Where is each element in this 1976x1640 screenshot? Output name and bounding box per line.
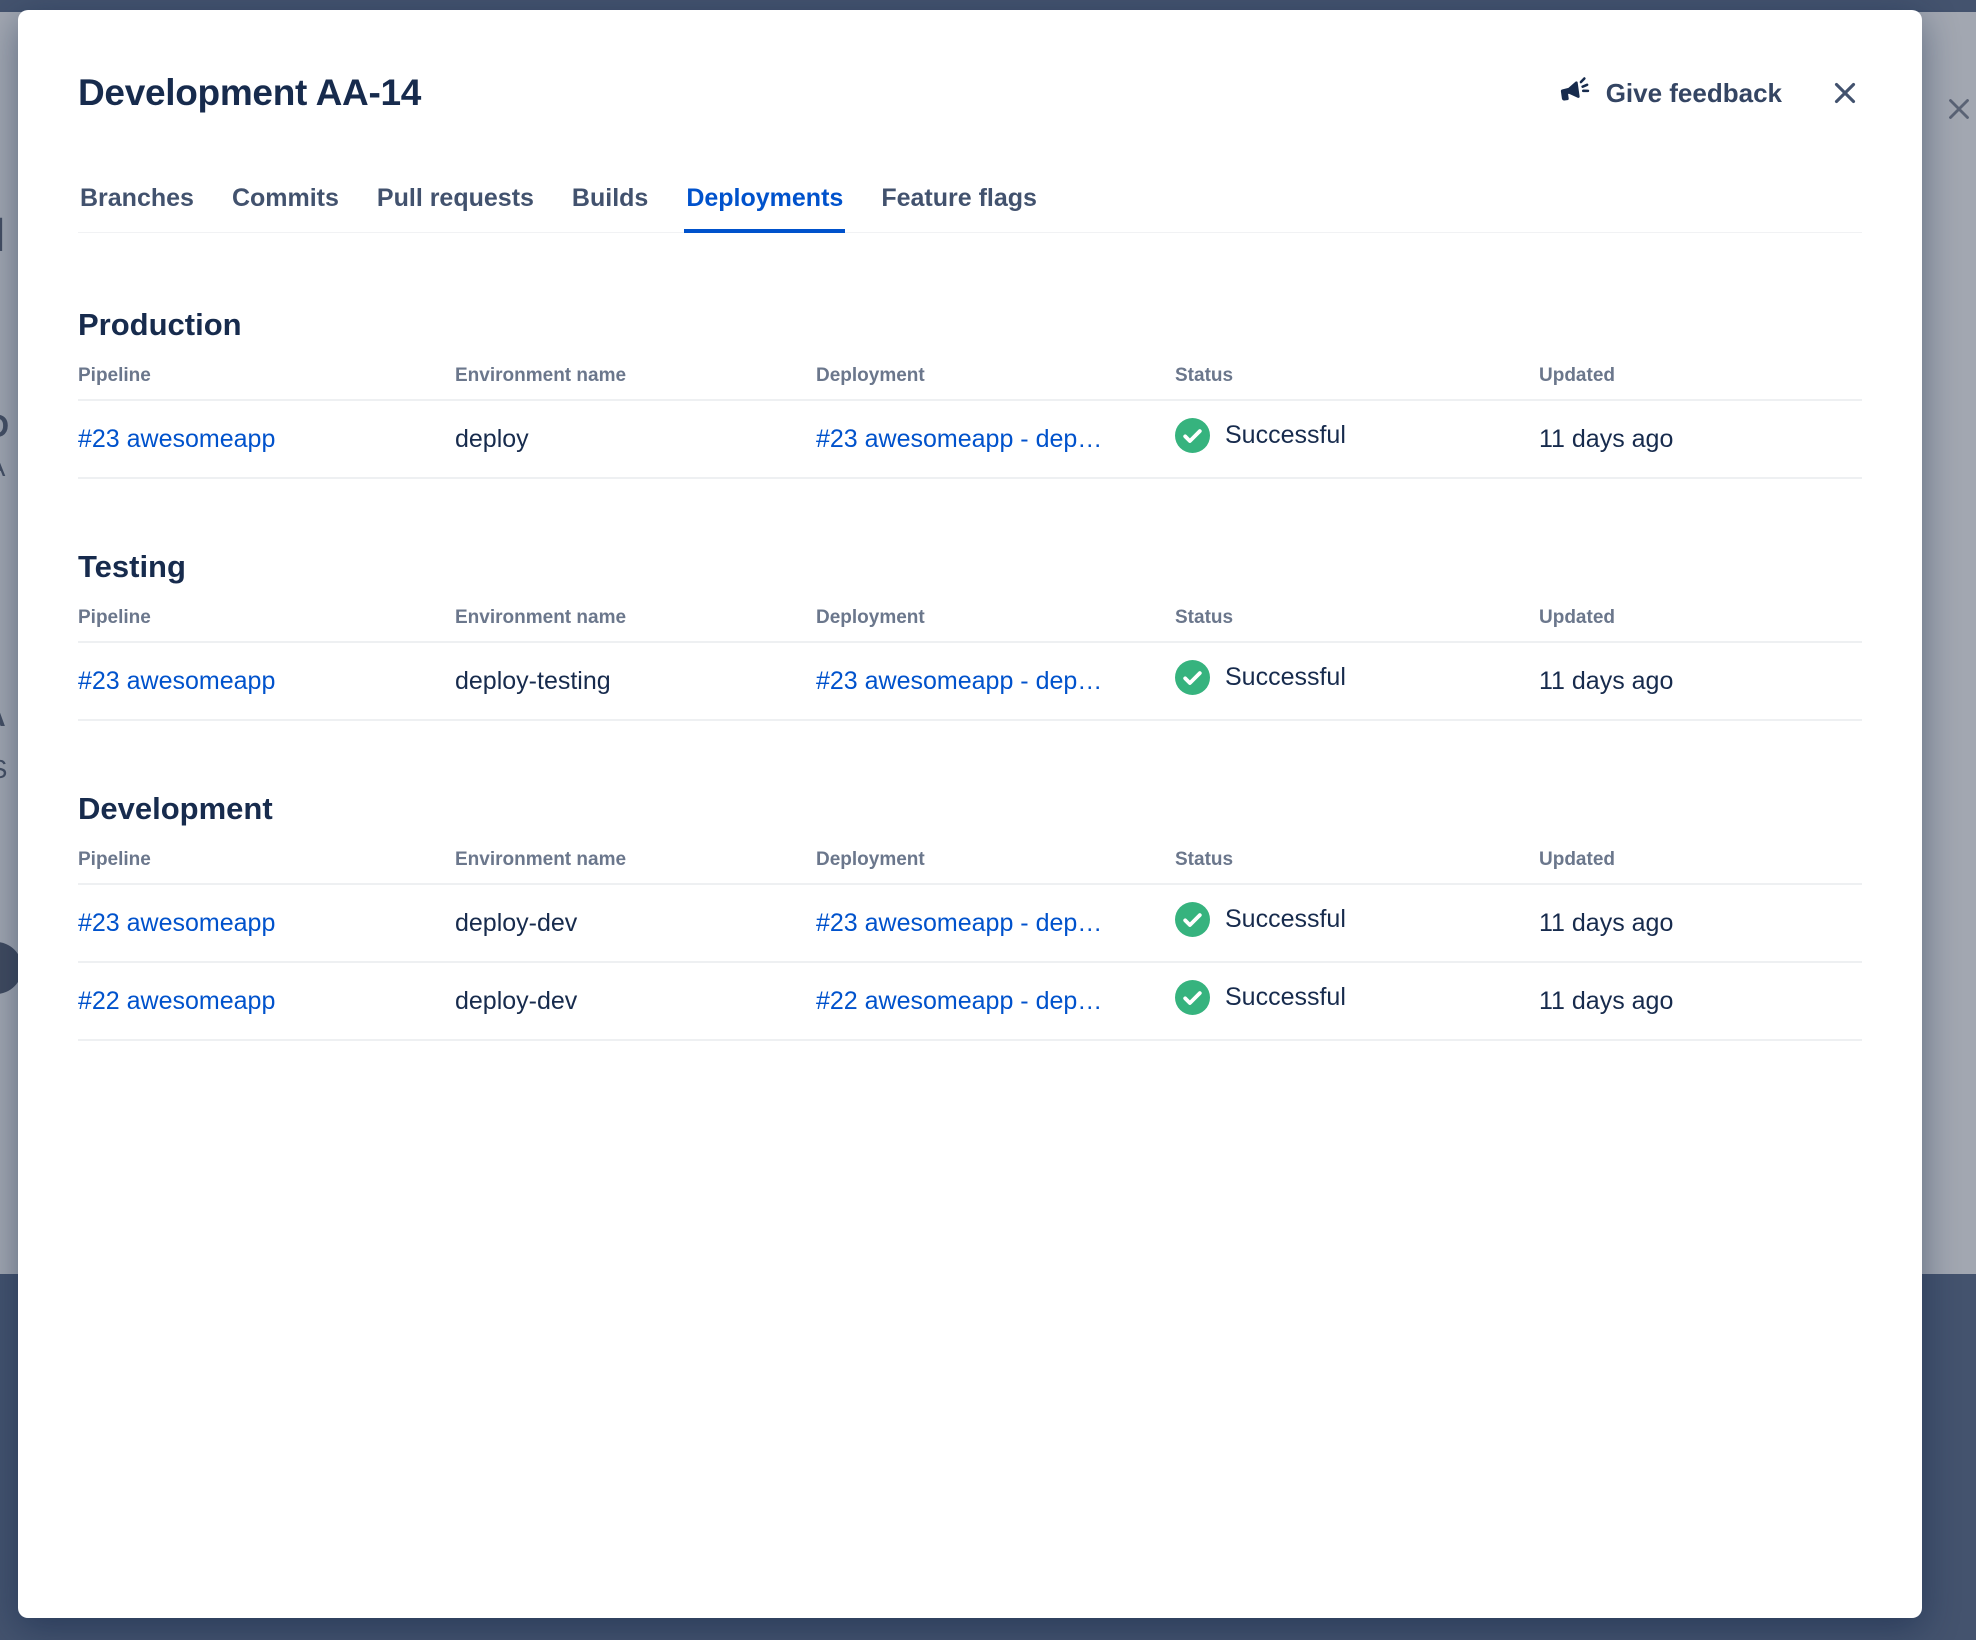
column-header-status: Status bbox=[1175, 843, 1539, 885]
deployment-link[interactable]: #22 awesomeapp - dep… bbox=[816, 987, 1102, 1015]
pipeline-link[interactable]: #22 awesomeapp bbox=[78, 987, 275, 1015]
success-check-icon bbox=[1175, 418, 1210, 453]
status-badge: Successful bbox=[1175, 418, 1346, 453]
deployments-table: Pipeline Environment name Deployment Sta… bbox=[78, 843, 1862, 1041]
environment-name: deploy bbox=[455, 400, 816, 479]
deployments-table: Pipeline Environment name Deployment Sta… bbox=[78, 359, 1862, 479]
section-title: Testing bbox=[78, 549, 186, 584]
column-header-status: Status bbox=[1175, 359, 1539, 401]
pipeline-link[interactable]: #23 awesomeapp bbox=[78, 425, 275, 453]
updated-label: 11 days ago bbox=[1539, 884, 1862, 963]
column-header-environment: Environment name bbox=[455, 843, 816, 885]
tab-builds[interactable]: Builds bbox=[570, 184, 650, 233]
status-label: Successful bbox=[1225, 905, 1346, 933]
column-header-environment: Environment name bbox=[455, 601, 816, 643]
tab-commits[interactable]: Commits bbox=[230, 184, 341, 233]
section-development: Development Pipeline Environment name De… bbox=[78, 791, 1862, 1041]
column-header-pipeline: Pipeline bbox=[78, 601, 455, 643]
megaphone-icon bbox=[1553, 73, 1594, 114]
updated-label: 11 days ago bbox=[1539, 962, 1862, 1041]
column-header-deployment: Deployment bbox=[816, 601, 1175, 643]
close-button[interactable] bbox=[1828, 76, 1862, 110]
status-label: Successful bbox=[1225, 983, 1346, 1011]
success-check-icon bbox=[1175, 980, 1210, 1015]
deployment-link[interactable]: #23 awesomeapp - dep… bbox=[816, 425, 1102, 453]
table-header-row: Pipeline Environment name Deployment Sta… bbox=[78, 359, 1862, 401]
tab-branches[interactable]: Branches bbox=[78, 184, 196, 233]
background-close-icon bbox=[1942, 92, 1976, 126]
success-check-icon bbox=[1175, 660, 1210, 695]
deployment-link[interactable]: #23 awesomeapp - dep… bbox=[816, 667, 1102, 695]
section-title: Development bbox=[78, 791, 273, 826]
deployment-row: #23 awesomeapp deploy #23 awesomeapp - d… bbox=[78, 400, 1862, 479]
column-header-deployment: Deployment bbox=[816, 843, 1175, 885]
status-label: Successful bbox=[1225, 663, 1346, 691]
status-label: Successful bbox=[1225, 421, 1346, 449]
deployment-row: #22 awesomeapp deploy-dev #22 awesomeapp… bbox=[78, 962, 1862, 1041]
backdrop-text-fragment: D bbox=[0, 410, 9, 442]
section-testing: Testing Pipeline Environment name Deploy… bbox=[78, 549, 1862, 721]
status-badge: Successful bbox=[1175, 902, 1346, 937]
column-header-deployment: Deployment bbox=[816, 359, 1175, 401]
table-header-row: Pipeline Environment name Deployment Sta… bbox=[78, 843, 1862, 885]
column-header-updated: Updated bbox=[1539, 359, 1862, 401]
success-check-icon bbox=[1175, 902, 1210, 937]
tab-deployments[interactable]: Deployments bbox=[684, 184, 846, 233]
dialog-header: Development AA-14 Give feedback bbox=[78, 72, 1862, 114]
backdrop-text-fragment: A bbox=[0, 454, 5, 480]
environment-name: deploy-testing bbox=[455, 642, 816, 721]
deployment-link[interactable]: #23 awesomeapp - dep… bbox=[816, 909, 1102, 937]
tab-feature-flags[interactable]: Feature flags bbox=[879, 184, 1039, 233]
pipeline-link[interactable]: #23 awesomeapp bbox=[78, 909, 275, 937]
deployments-table: Pipeline Environment name Deployment Sta… bbox=[78, 601, 1862, 721]
deployments-dialog: Development AA-14 Give feedback Branches… bbox=[18, 10, 1922, 1618]
environment-name: deploy-dev bbox=[455, 884, 816, 963]
updated-label: 11 days ago bbox=[1539, 642, 1862, 721]
tab-bar: Branches Commits Pull requests Builds De… bbox=[78, 184, 1862, 233]
status-badge: Successful bbox=[1175, 980, 1346, 1015]
table-header-row: Pipeline Environment name Deployment Sta… bbox=[78, 601, 1862, 643]
column-header-pipeline: Pipeline bbox=[78, 843, 455, 885]
status-badge: Successful bbox=[1175, 660, 1346, 695]
column-header-updated: Updated bbox=[1539, 601, 1862, 643]
column-header-status: Status bbox=[1175, 601, 1539, 643]
backdrop-text-fragment: S bbox=[0, 756, 7, 782]
deployment-row: #23 awesomeapp deploy-testing #23 awesom… bbox=[78, 642, 1862, 721]
deployment-row: #23 awesomeapp deploy-dev #23 awesomeapp… bbox=[78, 884, 1862, 963]
updated-label: 11 days ago bbox=[1539, 400, 1862, 479]
environment-name: deploy-dev bbox=[455, 962, 816, 1041]
backdrop-text-fragment: I bbox=[0, 212, 5, 260]
column-header-environment: Environment name bbox=[455, 359, 816, 401]
section-title: Production bbox=[78, 307, 242, 342]
dialog-title: Development AA-14 bbox=[78, 72, 422, 113]
column-header-pipeline: Pipeline bbox=[78, 359, 455, 401]
give-feedback-label: Give feedback bbox=[1605, 77, 1782, 108]
dialog-header-actions: Give feedback bbox=[1556, 75, 1862, 111]
give-feedback-button[interactable]: Give feedback bbox=[1556, 75, 1782, 111]
column-header-updated: Updated bbox=[1539, 843, 1862, 885]
tab-pull-requests[interactable]: Pull requests bbox=[375, 184, 536, 233]
section-production: Production Pipeline Environment name Dep… bbox=[78, 307, 1862, 479]
pipeline-link[interactable]: #23 awesomeapp bbox=[78, 667, 275, 695]
backdrop-text-fragment: A bbox=[0, 702, 6, 732]
